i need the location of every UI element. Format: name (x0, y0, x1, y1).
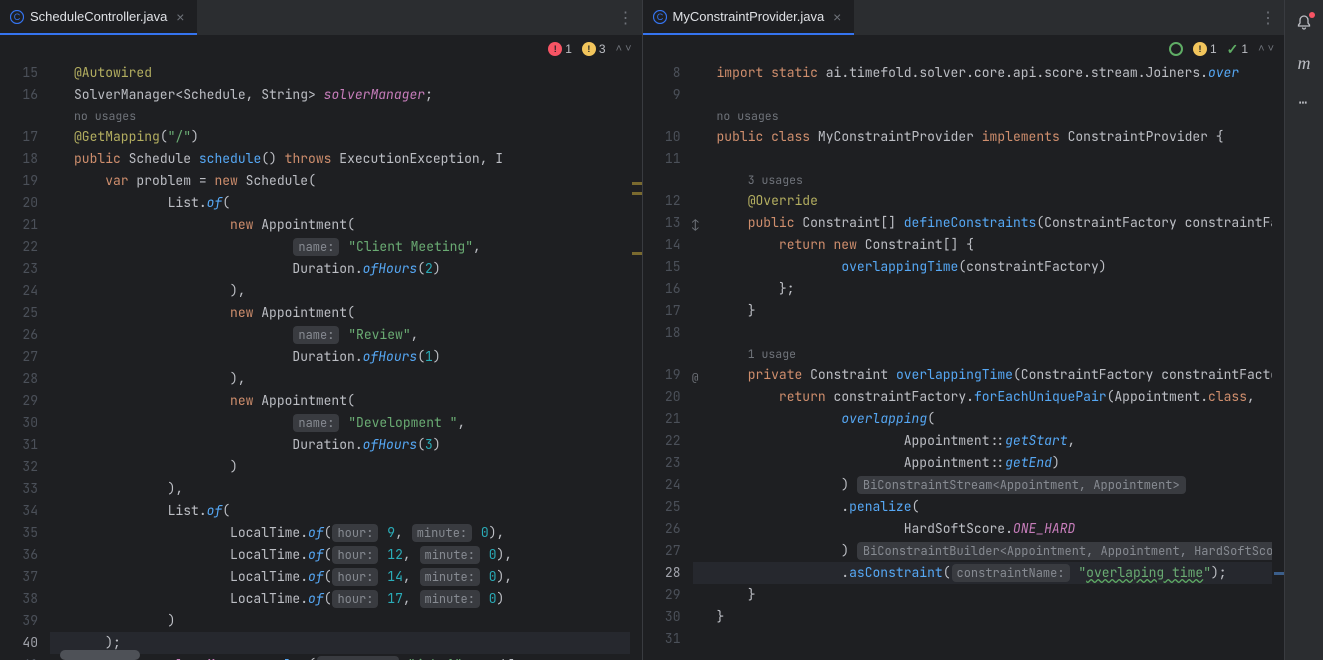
warning-badge[interactable]: !1 (1193, 42, 1217, 56)
error-badge[interactable]: !1 (548, 42, 572, 56)
right-tabbar: C MyConstraintProvider.java × ⋮ (643, 0, 1285, 36)
notifications-icon[interactable] (1293, 12, 1315, 34)
typo-badge[interactable]: ✓1 (1227, 41, 1248, 58)
java-class-icon: C (653, 10, 667, 24)
java-class-icon: C (10, 10, 24, 24)
warning-badge[interactable]: !3 (582, 42, 606, 56)
right-toolbar: m ⋯ (1284, 0, 1323, 660)
right-editor-pane: C MyConstraintProvider.java × ⋮ !1 ✓1 ˄ … (643, 0, 1285, 660)
editor-split: C ScheduleController.java × ⋮ !1 !3 ˄ ˅ … (0, 0, 1284, 660)
nav-up-down-icon[interactable]: ˄ ˅ (1258, 43, 1274, 55)
right-code-area[interactable]: 8910111213↕141516171819@2021222324252627… (643, 62, 1285, 660)
right-gutter: 8910111213↕141516171819@2021222324252627… (643, 62, 693, 660)
tab-menu-icon[interactable]: ⋮ (610, 7, 642, 28)
tab-schedule-controller[interactable]: C ScheduleController.java × (0, 0, 197, 35)
horizontal-scrollbar[interactable] (60, 650, 140, 660)
left-code-area[interactable]: 1516171819202122232425262728293031323334… (0, 62, 642, 660)
notification-dot (1309, 12, 1315, 18)
tab-menu-icon[interactable]: ⋮ (1252, 7, 1284, 28)
left-gutter: 1516171819202122232425262728293031323334… (0, 62, 50, 660)
close-icon[interactable]: × (830, 10, 844, 24)
svg-text:C: C (656, 12, 663, 22)
left-editor-pane: C ScheduleController.java × ⋮ !1 !3 ˄ ˅ … (0, 0, 643, 660)
left-error-stripe[interactable] (630, 62, 642, 660)
success-badge[interactable] (1169, 42, 1183, 56)
left-inspection-bar: !1 !3 ˄ ˅ (0, 36, 642, 62)
nav-up-down-icon[interactable]: ˄ ˅ (616, 43, 632, 55)
right-code[interactable]: import static ai.timefold.solver.core.ap… (693, 62, 1285, 660)
tab-constraint-provider[interactable]: C MyConstraintProvider.java × (643, 0, 855, 35)
close-icon[interactable]: × (173, 10, 187, 24)
svg-text:C: C (14, 12, 21, 22)
ide-main: C ScheduleController.java × ⋮ !1 !3 ˄ ˅ … (0, 0, 1284, 660)
maven-icon[interactable]: m (1293, 52, 1315, 74)
left-code[interactable]: @AutowiredSolverManager<Schedule, String… (50, 62, 642, 660)
more-icon[interactable]: ⋯ (1293, 92, 1315, 114)
tab-label: MyConstraintProvider.java (673, 9, 825, 24)
right-error-stripe[interactable] (1272, 62, 1284, 660)
left-tabbar: C ScheduleController.java × ⋮ (0, 0, 642, 36)
right-inspection-bar: !1 ✓1 ˄ ˅ (643, 36, 1285, 62)
tab-label: ScheduleController.java (30, 9, 167, 24)
